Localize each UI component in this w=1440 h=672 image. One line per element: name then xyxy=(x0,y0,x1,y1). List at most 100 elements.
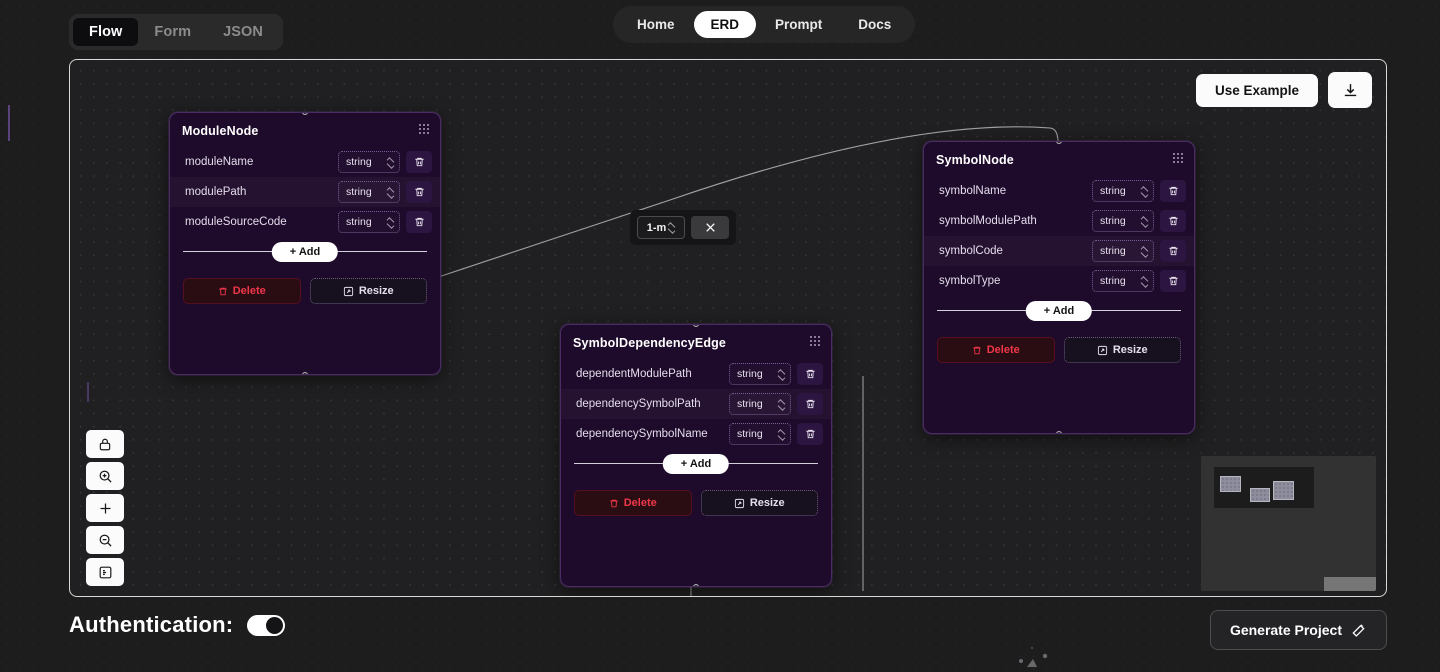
field-name: moduleName xyxy=(185,156,254,168)
zoom-out-button[interactable] xyxy=(86,526,124,554)
add-field-divider: + Add xyxy=(937,300,1181,321)
field-type-select[interactable]: string xyxy=(729,363,791,385)
lock-button[interactable] xyxy=(86,430,124,458)
field-row[interactable]: moduleSourceCode string xyxy=(170,207,440,237)
field-row[interactable]: dependentModulePath string xyxy=(561,359,831,389)
field-type-value: string xyxy=(737,398,763,410)
node-title: SymbolNode xyxy=(936,153,1014,167)
field-name: modulePath xyxy=(185,186,247,198)
decorative-particles xyxy=(1019,646,1048,667)
use-example-button[interactable]: Use Example xyxy=(1195,73,1318,107)
field-row[interactable]: dependencySymbolPath string xyxy=(561,389,831,419)
trash-icon xyxy=(805,369,815,379)
field-row[interactable]: modulePath string xyxy=(170,177,440,207)
minimap-scrollbar[interactable] xyxy=(1324,577,1376,591)
zoom-in-button[interactable] xyxy=(86,462,124,490)
chevron-updown-icon xyxy=(387,157,394,168)
nav-home[interactable]: Home xyxy=(620,11,692,38)
lock-icon xyxy=(99,438,111,450)
delete-field-button[interactable] xyxy=(406,211,432,233)
trash-icon xyxy=(414,157,424,167)
field-row[interactable]: symbolName string xyxy=(924,176,1194,206)
add-node-button[interactable] xyxy=(86,494,124,522)
resize-node-button[interactable]: Resize xyxy=(309,278,427,304)
delete-field-button[interactable] xyxy=(797,423,823,445)
erd-canvas[interactable]: ModuleNode moduleName string modulePath … xyxy=(69,59,1387,597)
field-type-select[interactable]: string xyxy=(338,181,400,203)
delete-node-button[interactable]: Delete xyxy=(937,337,1055,363)
drag-handle-icon[interactable] xyxy=(418,123,429,134)
canvas-top-actions: Use Example xyxy=(1195,72,1372,108)
tab-json[interactable]: JSON xyxy=(207,18,279,46)
trash-icon xyxy=(1168,276,1178,286)
field-row[interactable]: dependencySymbolName string xyxy=(561,419,831,449)
delete-field-button[interactable] xyxy=(1160,180,1186,202)
nav-erd[interactable]: ERD xyxy=(693,11,757,38)
add-field-button[interactable]: + Add xyxy=(662,453,730,474)
field-type-select[interactable]: string xyxy=(729,393,791,415)
chevron-updown-icon xyxy=(387,187,394,198)
field-type-select[interactable]: string xyxy=(1092,270,1154,292)
chevron-updown-icon xyxy=(668,222,675,233)
minimap[interactable] xyxy=(1201,456,1376,591)
delete-node-button[interactable]: Delete xyxy=(183,278,301,304)
erd-node-symboldependencyedge[interactable]: SymbolDependencyEdge dependentModulePath… xyxy=(560,324,832,587)
delete-field-button[interactable] xyxy=(406,151,432,173)
drag-handle-icon[interactable] xyxy=(1172,152,1183,163)
delete-field-button[interactable] xyxy=(406,181,432,203)
field-type-select[interactable]: string xyxy=(338,151,400,173)
remove-edge-button[interactable] xyxy=(691,216,729,239)
field-row[interactable]: symbolCode string xyxy=(924,236,1194,266)
toggle-knob xyxy=(266,616,284,634)
minimap-viewport xyxy=(1214,467,1314,508)
download-button[interactable] xyxy=(1328,72,1372,108)
node-handle-bottom[interactable] xyxy=(302,372,308,374)
field-row[interactable]: symbolModulePath string xyxy=(924,206,1194,236)
resize-node-button[interactable]: Resize xyxy=(700,490,818,516)
add-field-button[interactable]: + Add xyxy=(1025,300,1093,321)
delete-field-button[interactable] xyxy=(797,363,823,385)
flow-controls xyxy=(86,430,124,586)
chevron-updown-icon xyxy=(778,369,785,380)
delete-field-button[interactable] xyxy=(1160,270,1186,292)
download-icon xyxy=(1344,83,1356,96)
generate-project-label: Generate Project xyxy=(1229,622,1342,638)
main-navigation: Home ERD Prompt Docs xyxy=(613,6,916,43)
resize-icon xyxy=(734,498,744,508)
delete-field-button[interactable] xyxy=(797,393,823,415)
chevron-updown-icon xyxy=(778,399,785,410)
edge-relationship-label[interactable]: 1-m xyxy=(630,210,736,245)
node-handle-bottom[interactable] xyxy=(1056,431,1062,433)
add-field-button[interactable]: + Add xyxy=(271,241,339,262)
fit-view-button[interactable] xyxy=(86,558,124,586)
field-type-value: string xyxy=(1100,245,1126,257)
drag-handle-icon[interactable] xyxy=(809,335,820,346)
node-handle-bottom[interactable] xyxy=(693,584,699,586)
resize-icon xyxy=(1097,345,1107,355)
tab-flow[interactable]: Flow xyxy=(73,18,139,46)
field-row[interactable]: symbolType string xyxy=(924,266,1194,296)
erd-node-modulenode[interactable]: ModuleNode moduleName string modulePath … xyxy=(169,112,441,375)
authentication-toggle[interactable] xyxy=(247,614,286,636)
field-row[interactable]: moduleName string xyxy=(170,147,440,177)
field-name: dependentModulePath xyxy=(576,368,692,380)
field-type-select[interactable]: string xyxy=(1092,180,1154,202)
field-type-select[interactable]: string xyxy=(729,423,791,445)
field-type-select[interactable]: string xyxy=(1092,210,1154,232)
decorative-marker-canvas xyxy=(87,382,89,402)
delete-node-button[interactable]: Delete xyxy=(574,490,692,516)
delete-field-button[interactable] xyxy=(1160,210,1186,232)
chevron-updown-icon xyxy=(1141,186,1148,197)
field-type-value: string xyxy=(737,368,763,380)
erd-node-symbolnode[interactable]: SymbolNode symbolName string symbolModul… xyxy=(923,141,1195,434)
relationship-type-select[interactable]: 1-m xyxy=(637,216,685,239)
field-type-select[interactable]: string xyxy=(338,211,400,233)
nav-prompt[interactable]: Prompt xyxy=(758,11,839,38)
generate-project-button[interactable]: Generate Project xyxy=(1209,610,1387,650)
nav-docs[interactable]: Docs xyxy=(841,11,908,38)
add-field-divider: + Add xyxy=(183,241,427,262)
resize-node-button[interactable]: Resize xyxy=(1063,337,1181,363)
tab-form[interactable]: Form xyxy=(138,18,207,46)
field-type-select[interactable]: string xyxy=(1092,240,1154,262)
delete-field-button[interactable] xyxy=(1160,240,1186,262)
